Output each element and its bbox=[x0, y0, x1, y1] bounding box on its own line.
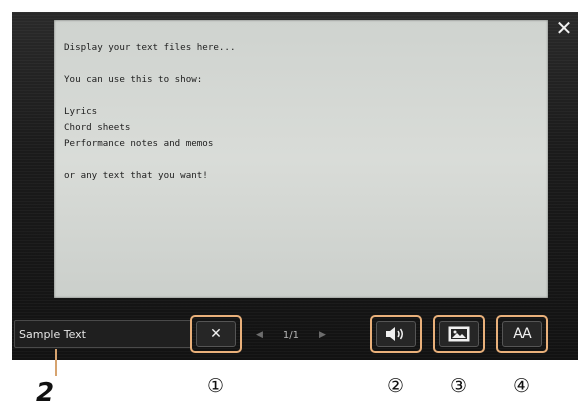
callout-box-4: AA bbox=[496, 315, 548, 353]
font-size-label: AA bbox=[513, 326, 532, 342]
x-icon: ✕ bbox=[210, 326, 222, 342]
triangle-left-icon[interactable]: ◀ bbox=[256, 330, 263, 340]
speaker-button[interactable] bbox=[376, 321, 416, 347]
text-line: Chord sheets bbox=[64, 122, 131, 133]
step-leader-line bbox=[55, 349, 57, 376]
callout-marker-2: ② bbox=[387, 375, 405, 397]
font-size-button[interactable]: AA bbox=[502, 321, 542, 347]
image-icon bbox=[448, 326, 470, 342]
close-icon: ✕ bbox=[555, 16, 573, 40]
text-line: Display your text files here... bbox=[64, 42, 236, 53]
triangle-right-icon[interactable]: ▶ bbox=[319, 330, 326, 340]
callout-marker-1: ① bbox=[207, 375, 225, 397]
text-file-name-field[interactable]: Sample Text bbox=[14, 320, 192, 348]
close-button[interactable]: ✕ bbox=[554, 18, 574, 38]
text-file-name: Sample Text bbox=[19, 328, 86, 341]
text-line: or any text that you want! bbox=[64, 170, 208, 181]
callout-box-2 bbox=[370, 315, 422, 353]
callout-box-1: ✕ bbox=[190, 315, 242, 353]
callout-marker-3: ③ bbox=[450, 375, 468, 397]
text-line: Performance notes and memos bbox=[64, 138, 214, 149]
page-navigation: ◀ 1/1 ▶ bbox=[256, 326, 326, 344]
callout-marker-4: ④ bbox=[513, 375, 531, 397]
clear-text-button[interactable]: ✕ bbox=[196, 321, 236, 347]
page-counter: 1/1 bbox=[282, 329, 300, 341]
speaker-icon bbox=[386, 327, 403, 341]
text-line: You can use this to show: bbox=[64, 74, 203, 85]
text-viewer-screen: ✕ Display your text files here... You ca… bbox=[12, 12, 578, 360]
callout-box-3 bbox=[433, 315, 485, 353]
text-display-panel: Display your text files here... You can … bbox=[54, 20, 548, 298]
image-button[interactable] bbox=[439, 321, 479, 347]
step-number: 2 bbox=[36, 378, 55, 408]
text-line: Lyrics bbox=[64, 106, 98, 117]
bottom-toolbar: Sample Text ✕ ◀ 1/1 ▶ AA bbox=[12, 315, 578, 360]
